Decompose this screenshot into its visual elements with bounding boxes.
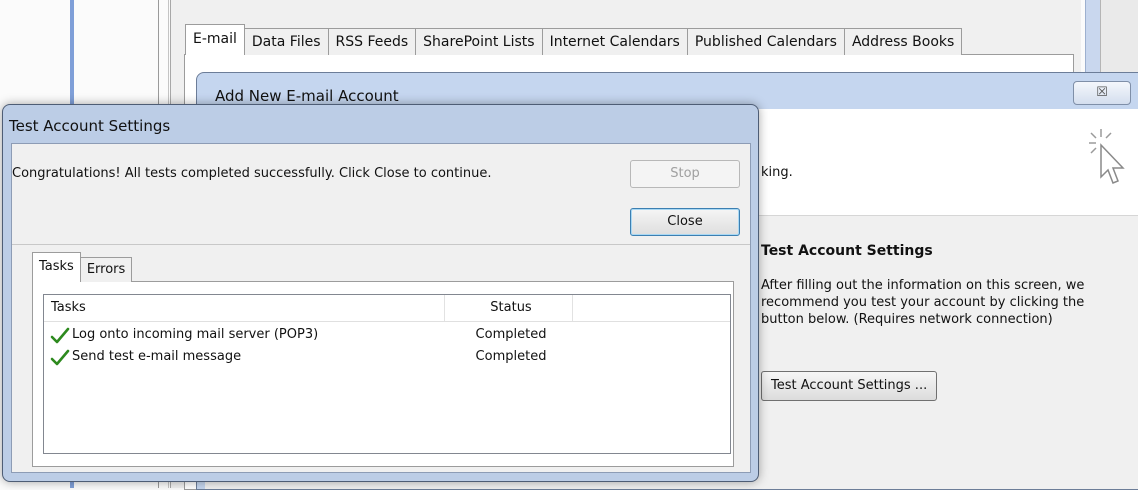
test-account-settings-button[interactable]: Test Account Settings ... xyxy=(761,371,938,401)
tab-internet-calendars[interactable]: Internet Calendars xyxy=(541,28,688,55)
list-item[interactable]: Send test e-mail message Completed xyxy=(44,347,730,369)
task-status: Completed xyxy=(475,327,547,342)
tab-rss-feeds[interactable]: RSS Feeds xyxy=(327,28,417,55)
tab-sharepoint-lists[interactable]: SharePoint Lists xyxy=(415,28,543,55)
checkmark-icon xyxy=(50,327,70,344)
column-header-status[interactable]: Status xyxy=(456,300,566,315)
tasks-panel: Tasks Status Log onto incoming mail serv… xyxy=(32,281,734,467)
header-text: king. xyxy=(761,165,793,180)
test-account-description: After filling out the information on thi… xyxy=(761,278,1085,327)
close-icon: ☒ xyxy=(1096,85,1108,100)
test-account-settings-window: Test Account Settings Congratulations! A… xyxy=(2,104,759,482)
column-header-tasks[interactable]: Tasks xyxy=(51,300,86,315)
close-button[interactable]: ☒ xyxy=(1073,81,1131,105)
task-status: Completed xyxy=(475,349,547,364)
checkmark-icon xyxy=(50,349,70,366)
tab-published-calendars[interactable]: Published Calendars xyxy=(686,28,845,55)
column-divider[interactable] xyxy=(572,295,573,321)
test-account-heading: Test Account Settings xyxy=(761,243,933,259)
window-title: Test Account Settings xyxy=(9,117,171,135)
divider xyxy=(12,244,750,245)
success-message: Congratulations! All tests completed suc… xyxy=(12,166,492,181)
tasks-list[interactable]: Tasks Status Log onto incoming mail serv… xyxy=(43,294,731,454)
list-item[interactable]: Log onto incoming mail server (POP3) Com… xyxy=(44,325,730,347)
cursor-pointer-icon xyxy=(1089,129,1125,184)
list-header: Tasks Status xyxy=(44,295,730,322)
tab-errors[interactable]: Errors xyxy=(79,257,133,282)
tab-email[interactable]: E-mail xyxy=(185,24,245,55)
column-divider[interactable] xyxy=(444,295,445,321)
window-body: Congratulations! All tests completed suc… xyxy=(11,143,751,473)
close-button[interactable]: Close xyxy=(630,208,740,236)
result-tabs: Tasks Errors xyxy=(32,252,133,282)
stop-button[interactable]: Stop xyxy=(630,160,740,188)
tab-address-books[interactable]: Address Books xyxy=(843,28,963,55)
window-title: Add New E-mail Account xyxy=(215,87,399,105)
tab-tasks[interactable]: Tasks xyxy=(32,252,81,282)
task-name: Log onto incoming mail server (POP3) xyxy=(72,327,319,342)
task-name: Send test e-mail message xyxy=(72,349,242,364)
tab-data-files[interactable]: Data Files xyxy=(243,28,329,55)
account-settings-tabs: E-mail Data Files RSS Feeds SharePoint L… xyxy=(185,24,963,55)
